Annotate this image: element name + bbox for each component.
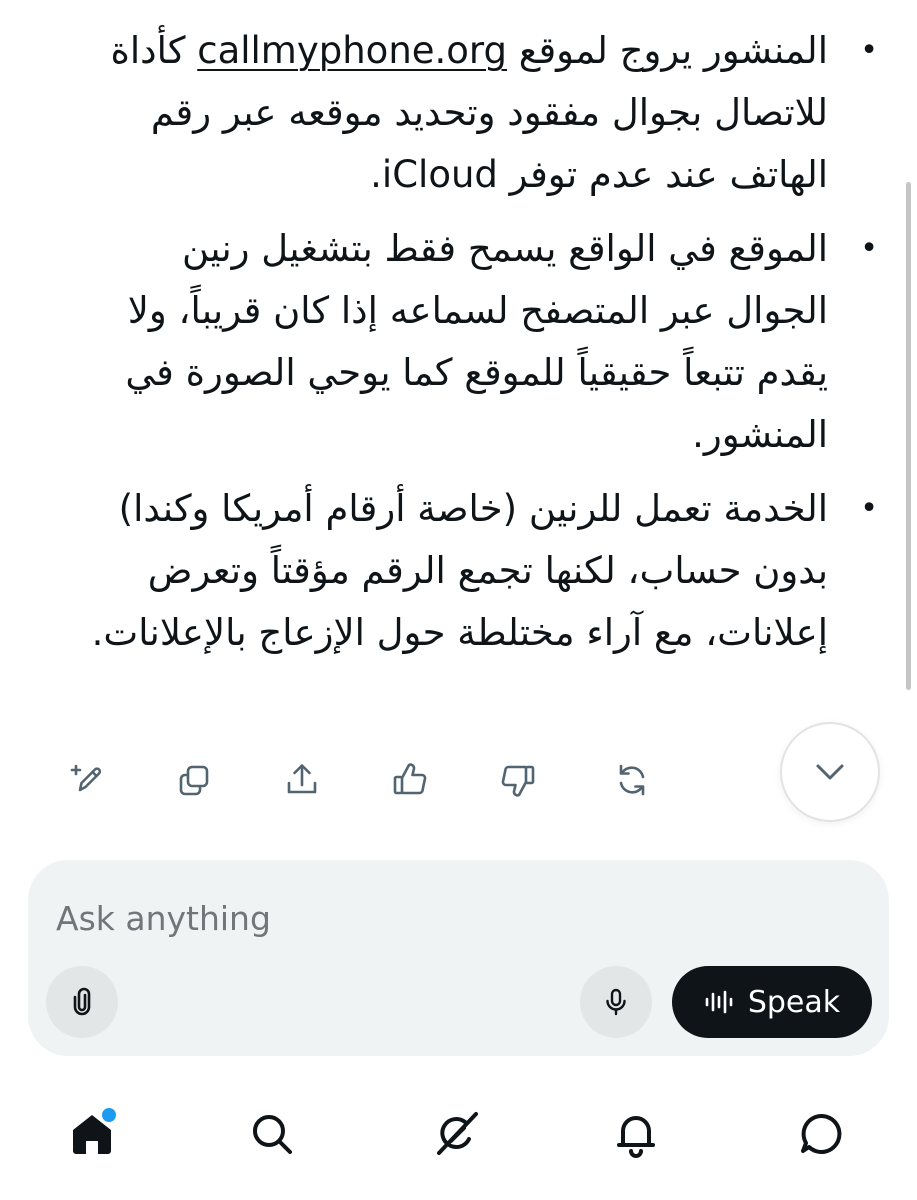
microphone-icon	[606, 988, 626, 1016]
website-link[interactable]: callmyphone.org	[197, 29, 507, 72]
copy-icon	[179, 765, 209, 796]
speak-button[interactable]: Speak	[672, 966, 872, 1038]
scrollbar[interactable]	[906, 182, 911, 690]
messages-icon	[801, 1113, 842, 1154]
assistant-message: • المنشور يروج لموقع callmyphone.org كأد…	[70, 20, 890, 676]
ask-input[interactable]	[56, 890, 836, 946]
list-item: • المنشور يروج لموقع callmyphone.org كأد…	[70, 20, 890, 206]
scroll-to-bottom-button[interactable]	[780, 722, 880, 822]
bullet-dot: •	[860, 33, 878, 68]
copy-button[interactable]	[162, 748, 226, 812]
paperclip-icon	[73, 987, 91, 1016]
chevron-down-icon	[816, 764, 844, 780]
nav-home[interactable]	[60, 1102, 124, 1166]
share-icon	[287, 764, 317, 794]
thumbs-up-icon	[393, 763, 427, 795]
grok-icon	[437, 1112, 478, 1155]
bullet-dot: •	[860, 231, 878, 266]
bullet-list: • المنشور يروج لموقع callmyphone.org كأد…	[70, 20, 890, 664]
speak-label: Speak	[747, 984, 841, 1020]
composer: Speak	[28, 860, 889, 1056]
bell-icon	[617, 1116, 655, 1158]
nav-grok[interactable]	[424, 1102, 488, 1166]
notification-dot	[100, 1106, 118, 1124]
share-button[interactable]	[270, 748, 334, 812]
search-icon	[253, 1115, 292, 1154]
thumbs-down-button[interactable]	[486, 748, 550, 812]
thumbs-up-button[interactable]	[378, 748, 442, 812]
thumbs-down-icon	[501, 765, 535, 797]
message-actions	[54, 748, 674, 812]
bullet-dot: •	[860, 491, 878, 526]
regenerate-button[interactable]	[600, 748, 664, 812]
waveform-icon	[705, 990, 733, 1014]
nav-messages[interactable]	[790, 1102, 854, 1166]
list-item: • الخدمة تعمل للرنين (خاصة أرقام أمريكا …	[70, 478, 890, 664]
chat-screen: • المنشور يروج لموقع callmyphone.org كأد…	[0, 0, 917, 1200]
nav-notifications[interactable]	[604, 1102, 668, 1166]
microphone-button[interactable]	[580, 966, 652, 1038]
bullet-text: الخدمة تعمل للرنين (خاصة أرقام أمريكا وك…	[91, 487, 828, 654]
list-item: • الموقع في الواقع يسمح فقط بتشغيل رنين …	[70, 218, 890, 466]
edit-icon	[70, 764, 102, 792]
attach-button[interactable]	[46, 966, 118, 1038]
edit-button[interactable]	[56, 748, 120, 812]
nav-search[interactable]	[240, 1102, 304, 1166]
regenerate-icon	[619, 764, 645, 796]
bottom-nav	[0, 1090, 917, 1180]
bullet-text-before-link: المنشور يروج لموقع	[506, 29, 828, 72]
bullet-text: الموقع في الواقع يسمح فقط بتشغيل رنين ال…	[125, 227, 828, 456]
